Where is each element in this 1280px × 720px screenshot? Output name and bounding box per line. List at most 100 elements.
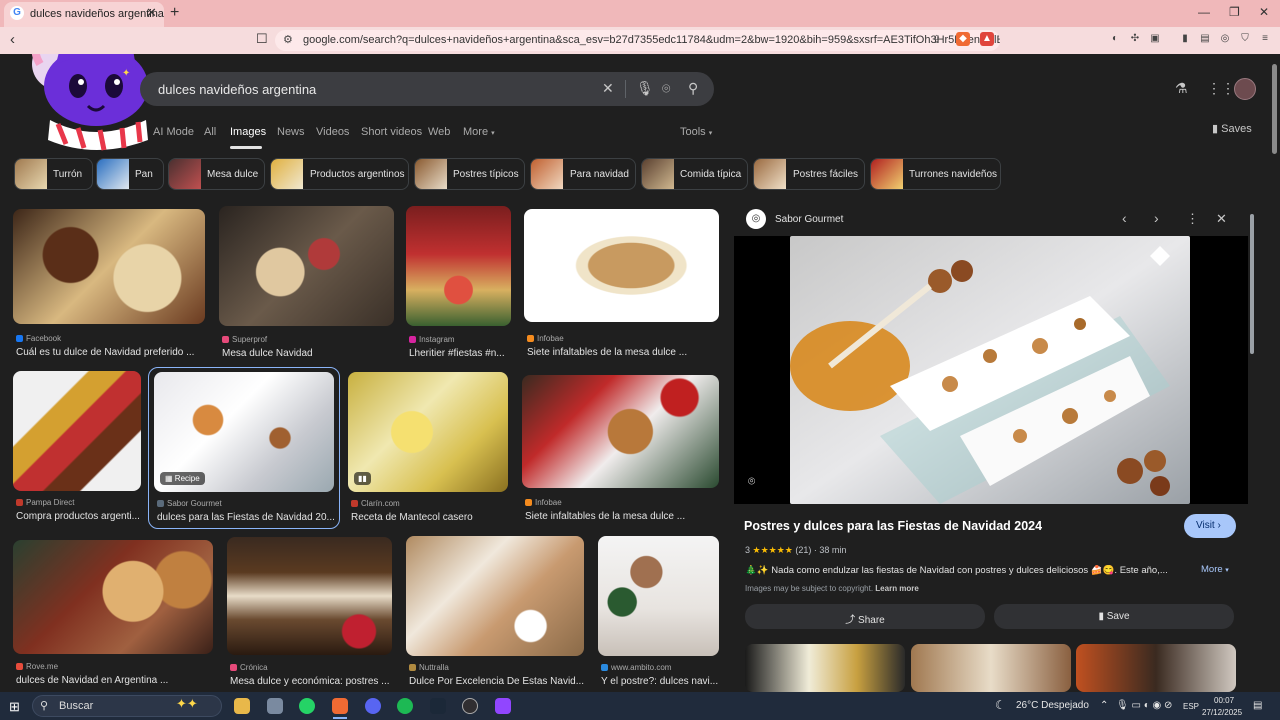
google-favicon-icon: G — [10, 6, 24, 20]
chip-productos-argentinos[interactable]: Productos argentinos — [270, 158, 409, 190]
voice-search-icon[interactable]: 🎙 — [636, 80, 654, 97]
labs-flask-icon[interactable]: ⚗ — [1175, 80, 1188, 97]
chip-pan[interactable]: Pan — [96, 158, 164, 190]
bookmark-icon[interactable]: ☐ — [256, 31, 268, 47]
tab-short-videos[interactable]: Short videos — [361, 126, 422, 138]
panel-title[interactable]: Postres y dulces para las Fiestas de Nav… — [744, 519, 1042, 533]
share-button[interactable]: ⤴ Share — [745, 604, 985, 629]
result-card[interactable]: Rove.me dulces de Navidad en Argentina .… — [13, 540, 213, 686]
account-avatar[interactable] — [1234, 78, 1256, 100]
vpn-icon[interactable]: ◎ — [1218, 32, 1232, 46]
result-card[interactable]: www.ambito.com Y el postre?: dulces navi… — [598, 536, 719, 687]
result-card[interactable]: Infobae Siete infaltables de la mesa dul… — [522, 375, 719, 522]
shield-icon[interactable]: ⛉ — [1238, 32, 1252, 46]
obs-icon[interactable] — [462, 698, 478, 714]
close-panel-icon[interactable]: ✕ — [1216, 211, 1227, 227]
panel-scrollbar[interactable] — [1250, 214, 1254, 354]
notepad-icon[interactable] — [267, 698, 283, 714]
brave-shields-icon[interactable]: ◆ — [956, 32, 970, 46]
tab-videos[interactable]: Videos — [316, 126, 349, 138]
lens-search-icon[interactable]: ⌾ — [748, 474, 755, 489]
chip-turron[interactable]: Turrón — [14, 158, 93, 190]
language-indicator[interactable]: ESP — [1183, 702, 1199, 711]
sidebar-icon[interactable]: ▮ — [1178, 32, 1192, 46]
tab-images[interactable]: Images — [230, 126, 266, 138]
browser-tab[interactable]: dulces navideños argentina — [4, 2, 164, 27]
result-source: Clarín.com — [348, 499, 508, 508]
previous-icon[interactable]: ‹ — [1122, 210, 1127, 226]
menu-icon[interactable]: ≡ — [1258, 32, 1272, 46]
result-card-selected[interactable]: ▦ Recipe Sabor Gourmet dulces para las F… — [154, 372, 334, 523]
chip-comida-tipica[interactable]: Comida típica — [641, 158, 748, 190]
spotify-icon[interactable] — [397, 698, 413, 714]
back-icon[interactable]: ‹ — [10, 31, 15, 48]
panel-source-name[interactable]: Sabor Gourmet — [775, 214, 843, 225]
screenshot-icon[interactable]: ▣ — [1148, 32, 1162, 46]
site-info-icon[interactable]: ⚙ — [283, 33, 293, 46]
result-card[interactable]: Facebook Cuál es tu dulce de Navidad pre… — [13, 209, 205, 358]
visit-button[interactable]: Visit › — [1184, 514, 1236, 538]
result-card[interactable]: Instagram Lheritier #fiestas #n... — [406, 206, 511, 359]
result-card[interactable]: Pampa Direct Compra productos argenti... — [13, 371, 141, 522]
share-page-icon[interactable]: ⇪ — [932, 33, 941, 46]
close-window-icon[interactable]: ✕ — [1259, 5, 1269, 19]
tab-more[interactable]: More ▾ — [463, 126, 495, 138]
extensions-puzzle-icon[interactable]: ✣ — [1128, 32, 1142, 46]
chip-mesa-dulce[interactable]: Mesa dulce — [168, 158, 265, 190]
tray-chevron-icon[interactable]: ⌃ — [1100, 700, 1108, 711]
tray-icons[interactable]: 🎙 ▭ ◐ ◉ ⊘ — [1116, 700, 1172, 711]
maximize-icon[interactable]: ❐ — [1229, 5, 1240, 19]
rewards-icon[interactable]: ▲ — [980, 32, 994, 46]
tab-web[interactable]: Web — [428, 126, 450, 138]
result-card[interactable]: Crónica Mesa dulce y económica: postres … — [227, 537, 392, 687]
result-card[interactable]: Nuttralla Dulce Por Excelencia De Estas … — [406, 536, 584, 687]
close-tab-icon[interactable]: ✕ — [146, 5, 157, 21]
whatsapp-icon[interactable] — [299, 698, 315, 714]
related-image[interactable] — [911, 644, 1071, 692]
chip-turrones-navidenos[interactable]: Turrones navideños — [870, 158, 1001, 190]
clear-search-icon[interactable]: ✕ — [602, 80, 614, 97]
chip-para-navidad[interactable]: Para navidad — [530, 158, 636, 190]
tab-ai-mode[interactable]: AI Mode — [153, 126, 194, 138]
saves-button[interactable]: ▮ Saves — [1212, 122, 1252, 135]
discord-icon[interactable] — [365, 698, 381, 714]
wallet-icon[interactable]: ▤ — [1198, 32, 1212, 46]
result-image — [13, 540, 213, 654]
windows-start-icon[interactable]: ⊞ — [9, 699, 20, 715]
learn-more-link[interactable]: Learn more — [875, 584, 919, 593]
result-image — [219, 206, 394, 326]
related-image[interactable] — [1076, 644, 1236, 692]
tools-button[interactable]: Tools ▾ — [680, 126, 712, 138]
chip-postres-tipicos[interactable]: Postres típicos — [414, 158, 525, 190]
related-image[interactable] — [745, 644, 905, 692]
result-image — [598, 536, 719, 656]
panel-preview-image[interactable] — [790, 236, 1190, 504]
tab-news[interactable]: News — [277, 126, 305, 138]
brave-browser-icon[interactable] — [332, 698, 348, 714]
clock-time[interactable]: 00:07 — [1214, 696, 1234, 705]
result-card[interactable]: Infobae Siete infaltables de la mesa dul… — [524, 209, 719, 358]
twitch-icon[interactable] — [495, 698, 511, 714]
url-field[interactable]: google.com/search?q=dulces+navideños+arg… — [275, 30, 1000, 51]
page-scrollbar-thumb[interactable] — [1272, 64, 1277, 154]
notifications-icon[interactable]: ▤ — [1253, 700, 1262, 711]
apps-grid-icon[interactable]: ⋮⋮ — [1207, 80, 1235, 97]
file-explorer-icon[interactable] — [234, 698, 250, 714]
search-icon[interactable]: ⚲ — [688, 80, 698, 97]
result-card[interactable]: ▮▮ Clarín.com Receta de Mantecol casero — [348, 372, 508, 523]
new-tab-icon[interactable]: + — [170, 4, 179, 22]
lens-icon[interactable]: ⌾ — [662, 80, 670, 97]
weather-text[interactable]: 26°C Despejado — [1016, 700, 1089, 711]
steam-icon[interactable] — [430, 698, 446, 714]
more-description-button[interactable]: More ▾ — [1201, 564, 1229, 575]
save-button[interactable]: ▮ Save — [994, 604, 1234, 629]
more-options-icon[interactable]: ⋮ — [1186, 211, 1199, 227]
search-input[interactable]: dulces navideños argentina — [140, 72, 714, 106]
chip-postres-faciles[interactable]: Postres fáciles — [753, 158, 865, 190]
next-icon[interactable]: › — [1154, 210, 1159, 226]
minimize-icon[interactable]: — — [1198, 5, 1210, 19]
clock-date[interactable]: 27/12/2025 — [1202, 708, 1242, 717]
tab-all[interactable]: All — [204, 126, 216, 138]
extension-icon-1[interactable]: ◐ — [1108, 32, 1122, 46]
result-card[interactable]: Superprof Mesa dulce Navidad — [219, 206, 394, 359]
